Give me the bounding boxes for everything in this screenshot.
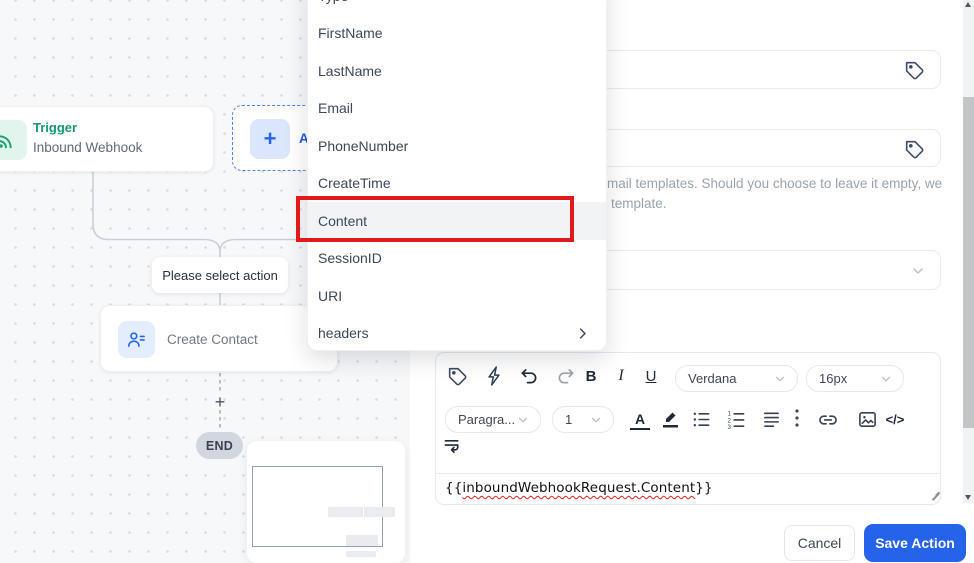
plus-icon: + [250,119,290,159]
webhook-field-dropdown: Type FirstName LastName Email PhoneNumbe… [307,0,607,351]
preview-placeholder-frame [252,466,395,557]
placeholder-bar [364,507,395,517]
tag-icon[interactable] [905,61,925,81]
canvas-preview-card [247,441,405,563]
end-badge: END [196,432,243,459]
image-icon[interactable] [857,409,877,429]
lightning-icon[interactable] [484,364,504,388]
merge-tag-prefix: {{ [445,480,463,496]
font-family-value: Verdana [688,371,737,386]
panel-scrollbar[interactable] [963,0,974,503]
webhook-signal-icon [0,120,27,160]
helper-text-line1: mail templates. Should you choose to lea… [607,176,943,191]
dropdown-item-lastname[interactable]: LastName [308,52,606,90]
link-icon[interactable] [817,409,839,429]
dropdown-item-label: CreateTime [318,175,391,192]
helper-text-line2: template. [611,196,667,211]
trigger-node[interactable]: Trigger Inbound Webhook [0,106,214,172]
redo-icon[interactable] [555,367,577,385]
line-height-select[interactable]: 1 [552,406,614,433]
cancel-button[interactable]: Cancel [784,525,855,561]
font-size-value: 16px [819,371,848,386]
dropdown-item-label: LastName [318,62,382,79]
text-color-icon[interactable]: A [630,409,650,430]
dropdown-item-label: Type [318,0,348,4]
dropdown-item-label: SessionID [318,250,382,267]
code-icon[interactable]: </> [881,409,909,429]
contact-person-icon [118,321,155,358]
dropdown-item-label: URI [318,287,343,304]
scrollbar-thumb[interactable] [963,97,974,428]
workflow-editor-screen: Trigger Inbound Webhook + Add Please sel… [0,0,974,563]
placeholder-bar [328,507,363,517]
save-action-button[interactable]: Save Action [864,524,966,562]
bold-button[interactable]: B [582,366,600,386]
chevron-down-icon [775,376,785,381]
dropdown-item-label: PhoneNumber [318,137,409,154]
editor-toolbar-divider [436,473,940,474]
chevron-down-icon [913,268,923,274]
trigger-node-subtitle: Inbound Webhook [33,140,143,155]
dropdown-item-label: FirstName [318,25,383,42]
kebab-menu-icon[interactable] [792,407,802,429]
text-wrap-icon[interactable] [442,437,462,455]
undo-icon[interactable] [518,367,540,385]
dropdown-item-phonenumber[interactable]: PhoneNumber [308,127,606,165]
numbered-list-icon[interactable]: 123 [726,409,746,429]
dropdown-item-headers[interactable]: headers [308,315,606,351]
scrollbar-up-arrow[interactable] [965,2,971,7]
chevron-down-icon [518,417,528,422]
add-step-plus-icon[interactable]: + [211,393,229,411]
create-contact-label: Create Contact [167,332,258,347]
trigger-node-title: Trigger [33,120,78,135]
chevron-down-icon [881,376,891,381]
editor-content-area[interactable]: {{inboundWebhookRequest.Content}} [445,480,713,496]
please-select-action-label: Please select action [152,257,288,293]
paragraph-format-select[interactable]: Paragra... [445,406,541,433]
line-height-value: 1 [565,412,573,427]
editor-resize-grip[interactable] [931,490,940,501]
paragraph-format-value: Paragra... [458,412,516,427]
dropdown-item-email[interactable]: Email [308,90,606,128]
rich-text-editor: B I U Verdana 16px Paragra... 1 A 1 2 3 … [435,352,941,505]
align-icon[interactable] [761,409,781,429]
tag-icon[interactable] [905,140,925,160]
dropdown-item-partial[interactable]: Type [308,0,606,15]
create-contact-node[interactable]: Create Contact [100,305,338,372]
tag-icon[interactable] [447,366,468,387]
annotation-red-box [296,196,574,242]
underline-button[interactable]: U [642,366,660,386]
highlight-marker-icon[interactable] [661,407,681,430]
merge-tag-suffix: }} [695,480,713,496]
font-size-select[interactable]: 16px [806,365,904,392]
dropdown-item-label: headers [318,325,369,342]
dropdown-item-sessionid[interactable]: SessionID [308,240,606,278]
font-family-select[interactable]: Verdana [675,365,798,392]
dropdown-item-label: Email [318,100,354,117]
dropdown-item-firstname[interactable]: FirstName [308,15,606,53]
italic-button[interactable]: I [614,366,628,386]
chevron-down-icon [591,417,601,422]
svg-text:3: 3 [727,424,731,429]
merge-tag-body: inboundWebhookRequest.Content [462,480,696,496]
scrollbar-down-arrow[interactable] [965,495,971,500]
placeholder-bar [346,551,376,557]
chevron-right-icon [579,328,586,339]
placeholder-bar [346,535,378,546]
dropdown-item-uri[interactable]: URI [308,277,606,315]
bullet-list-icon[interactable] [691,409,711,429]
